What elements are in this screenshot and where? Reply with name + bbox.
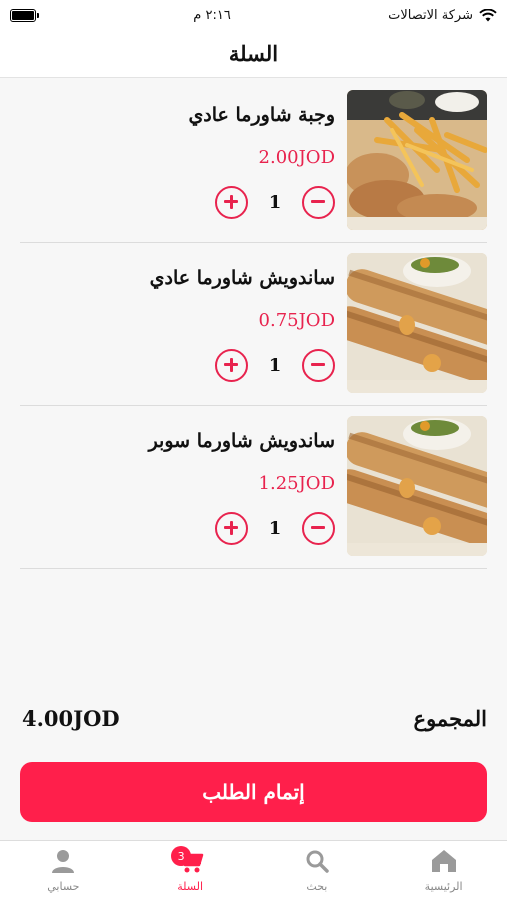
cart-item: ساندويش شاورما سوبر 1.25JOD 1: [20, 406, 487, 569]
item-price: 1.25JOD: [258, 473, 335, 494]
item-name: ساندويش شاورما عادي: [149, 267, 335, 289]
tab-bar: حسابي 3 السلة بحث الرئيسية: [0, 840, 507, 900]
status-time: ٢:١٦ م: [193, 7, 231, 23]
cart-total: 4.00JOD المجموع: [22, 700, 487, 736]
item-name: وجبة شاورما عادي: [188, 104, 335, 126]
tab-home[interactable]: الرئيسية: [381, 841, 507, 900]
status-bar: ٢:١٦ م شركة الاتصالات: [0, 0, 507, 30]
tab-search[interactable]: بحث: [254, 841, 380, 900]
home-icon: [431, 850, 456, 872]
cart-count-badge: 3: [171, 846, 192, 866]
checkout-label: إتمام الطلب: [202, 780, 305, 804]
item-quantity: 1: [268, 354, 282, 376]
increase-quantity-button[interactable]: [215, 348, 248, 382]
quantity-stepper: 1: [215, 184, 335, 220]
tab-label: الرئيسية: [424, 880, 463, 893]
tab-account[interactable]: حسابي: [0, 841, 126, 900]
increase-quantity-button[interactable]: [215, 185, 248, 219]
increase-quantity-button[interactable]: [215, 511, 248, 545]
tab-label: السلة: [177, 880, 203, 893]
quantity-stepper: 1: [215, 347, 335, 383]
app-header: السلة: [0, 30, 507, 78]
wifi-icon: [479, 8, 497, 21]
tab-label: بحث: [306, 880, 328, 893]
item-image: [347, 416, 487, 556]
cart-item: ساندويش شاورما عادي 0.75JOD 1: [20, 243, 487, 406]
quantity-stepper: 1: [215, 510, 335, 546]
item-price: 0.75JOD: [258, 310, 335, 331]
item-image: [347, 90, 487, 230]
tab-cart[interactable]: 3 السلة: [127, 841, 253, 900]
decrease-quantity-button[interactable]: [302, 185, 335, 219]
item-image: [347, 253, 487, 393]
decrease-quantity-button[interactable]: [302, 348, 335, 382]
cart-item: وجبة شاورما عادي 2.00JOD 1: [20, 80, 487, 243]
cart-list: وجبة شاورما عادي 2.00JOD 1 ساندويش شاورم…: [20, 80, 487, 569]
item-name: ساندويش شاورما سوبر: [148, 430, 335, 452]
checkout-button[interactable]: إتمام الطلب: [20, 762, 487, 822]
tab-label: حسابي: [47, 880, 80, 893]
decrease-quantity-button[interactable]: [302, 511, 335, 545]
search-icon: [306, 850, 329, 873]
total-amount: 4.00JOD: [22, 705, 120, 731]
item-quantity: 1: [268, 517, 282, 539]
item-price: 2.00JOD: [258, 147, 335, 168]
carrier-name: شركة الاتصالات: [388, 7, 473, 23]
total-label: المجموع: [413, 705, 487, 731]
battery-icon: [10, 8, 39, 22]
item-quantity: 1: [268, 191, 282, 213]
carrier-info: شركة الاتصالات: [388, 8, 497, 23]
person-icon: [52, 850, 75, 873]
page-title: السلة: [228, 41, 279, 66]
